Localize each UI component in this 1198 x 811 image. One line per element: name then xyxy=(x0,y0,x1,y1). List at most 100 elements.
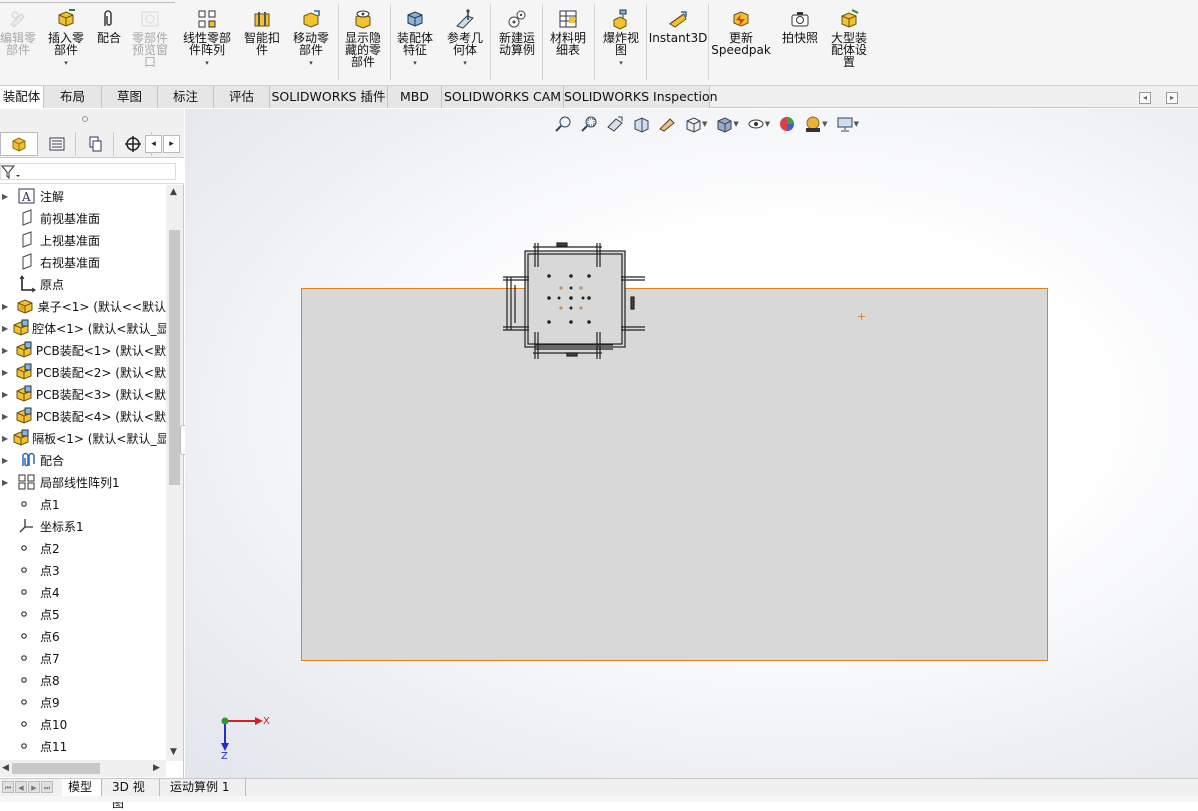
tab-property-manager[interactable] xyxy=(38,132,76,156)
dropdown-arrow-icon[interactable]: ▾ xyxy=(205,60,209,67)
ribbon-button-motion-study[interactable]: 新建运 动算例 xyxy=(494,8,540,56)
ribbon-button-insert-component[interactable]: 插入零 部件 ▾ xyxy=(44,8,88,67)
scroll-right-icon[interactable]: ▶ xyxy=(153,763,160,773)
dynamic-annotation-icon[interactable] xyxy=(654,113,680,135)
ribbon-button-camera[interactable]: 拍快照 xyxy=(778,8,822,44)
tab-feature-manager[interactable] xyxy=(0,132,38,156)
zoom-to-fit-icon[interactable] xyxy=(550,113,576,135)
expand-arrow-icon[interactable]: ▶ xyxy=(0,390,11,399)
tab-scroll-left-icon[interactable]: ◂ xyxy=(1139,92,1151,104)
tab-configuration-manager[interactable] xyxy=(76,132,114,156)
ribbon-tab[interactable]: 评估 xyxy=(214,86,270,108)
tree-horizontal-scrollbar[interactable]: ◀ ▶ xyxy=(0,760,166,777)
ribbon-tab[interactable]: 草图 xyxy=(102,86,158,108)
ribbon-button-exploded-view[interactable]: 爆炸视 图 ▾ xyxy=(598,8,644,67)
scroll-down-icon[interactable]: ▼ xyxy=(170,747,177,757)
tree-item[interactable]: 坐标系1 xyxy=(0,515,166,537)
tree-vertical-scrollbar[interactable]: ▲ ▼ xyxy=(166,185,183,761)
expand-arrow-icon[interactable]: ▶ xyxy=(0,368,11,377)
tree-item[interactable]: 右视基准面 xyxy=(0,251,166,273)
first-tab-icon[interactable]: ⏮ xyxy=(2,781,14,793)
expand-arrow-icon[interactable]: ▶ xyxy=(0,478,12,487)
tab-scroll-right-icon[interactable]: ▸ xyxy=(1166,92,1178,104)
tree-item[interactable]: ▶ 桌子<1> (默认<<默认 xyxy=(0,295,166,317)
ribbon-button-component-preview[interactable]: 零部件 预览窗 口 xyxy=(128,8,172,68)
zoom-to-area-icon[interactable] xyxy=(576,113,602,135)
filter-box[interactable] xyxy=(0,163,176,180)
graphics-area[interactable]: ▼ ▼ ▼ ▼ ▼ + X Z xyxy=(185,109,1198,778)
ribbon-button-large-assembly[interactable]: 大型装 配体设 置 xyxy=(826,8,872,68)
ribbon-tab[interactable]: SOLIDWORKS Inspection xyxy=(564,86,718,108)
model-view-tab[interactable]: 3D 视图 xyxy=(106,779,160,810)
ribbon-button-mate-paperclip[interactable]: 配合 xyxy=(94,8,124,44)
next-tab-icon[interactable]: ▶ xyxy=(28,781,40,793)
ribbon-button-instant3d[interactable]: Instant3D xyxy=(649,8,707,44)
tree-scroll-thumb[interactable] xyxy=(169,230,180,485)
section-view-icon[interactable] xyxy=(628,113,654,135)
ribbon-tab[interactable]: SOLIDWORKS CAM xyxy=(442,86,564,108)
tree-item[interactable]: 点9 xyxy=(0,691,166,713)
expand-arrow-icon[interactable]: ▶ xyxy=(0,192,12,201)
tree-item[interactable]: 原点 xyxy=(0,273,166,295)
tree-item[interactable]: ▶ 配合 xyxy=(0,449,166,471)
tree-item[interactable]: 点2 xyxy=(0,537,166,559)
assembly-model-top-view[interactable] xyxy=(485,225,685,385)
tree-item[interactable]: ▶ PCB装配<2> (默认<默 xyxy=(0,361,166,383)
tree-item[interactable]: 点11 xyxy=(0,735,166,757)
ribbon-button-smart-fastener[interactable]: 智能扣 件 xyxy=(238,8,286,56)
tree-item[interactable]: 点5 xyxy=(0,603,166,625)
ribbon-button-reference-geometry[interactable]: 参考几 何体 ▾ xyxy=(442,8,488,67)
panel-tab-left-icon[interactable]: ◂ xyxy=(145,135,162,153)
tree-item[interactable]: ▶ 局部线性阵列1 xyxy=(0,471,166,493)
prev-tab-icon[interactable]: ◀ xyxy=(15,781,27,793)
ribbon-button-show-hidden[interactable]: 显示隐 藏的零 部件 xyxy=(340,8,386,68)
dropdown-arrow-icon[interactable]: ▾ xyxy=(619,60,623,67)
tree-item[interactable]: ▶ PCB装配<1> (默认<默 xyxy=(0,339,166,361)
ribbon-tab[interactable]: 标注 xyxy=(158,86,214,108)
last-tab-icon[interactable]: ⏭ xyxy=(41,781,53,793)
ribbon-tab[interactable]: SOLIDWORKS 插件 xyxy=(270,86,388,108)
tree-item[interactable]: 点10 xyxy=(0,713,166,735)
ribbon-button-edit-part[interactable]: 编辑零 部件 xyxy=(0,8,36,56)
tree-item[interactable]: 点6 xyxy=(0,625,166,647)
dropdown-arrow-icon[interactable]: ▾ xyxy=(309,60,313,67)
dropdown-arrow-icon[interactable]: ▾ xyxy=(463,60,467,67)
expand-arrow-icon[interactable]: ▶ xyxy=(0,324,8,333)
scroll-left-icon[interactable]: ◀ xyxy=(2,763,9,773)
dropdown-arrow-icon[interactable]: ▾ xyxy=(64,60,68,67)
model-view-tab[interactable]: 运动算例 1 xyxy=(164,779,246,796)
tree-item[interactable]: 上视基准面 xyxy=(0,229,166,251)
expand-arrow-icon[interactable]: ▶ xyxy=(0,412,11,421)
scroll-up-icon[interactable]: ▲ xyxy=(170,187,177,197)
ribbon-button-linear-pattern[interactable]: 线性零部 件阵列 ▾ xyxy=(178,8,236,67)
tree-item[interactable]: ▶ A 注解 xyxy=(0,185,166,207)
ribbon-button-bom[interactable]: 材料明 细表 xyxy=(544,8,592,56)
expand-arrow-icon[interactable]: ▶ xyxy=(0,456,12,465)
display-style-dropdown-icon[interactable]: ▼ xyxy=(733,120,738,128)
tree-item[interactable]: 点8 xyxy=(0,669,166,691)
previous-view-icon[interactable] xyxy=(602,113,628,135)
panel-tab-right-icon[interactable]: ▸ xyxy=(163,135,180,153)
expand-arrow-icon[interactable]: ▶ xyxy=(0,302,11,311)
tree-item[interactable]: 点4 xyxy=(0,581,166,603)
ribbon-button-move-component[interactable]: 移动零 部件 ▾ xyxy=(288,8,334,67)
model-view-tab[interactable]: 模型 xyxy=(62,779,102,796)
tree-item[interactable]: 前视基准面 xyxy=(0,207,166,229)
tree-item[interactable]: ▶ 腔体<1> (默认<默认_显 xyxy=(0,317,166,339)
ribbon-button-speedpak[interactable]: 更新 Speedpak xyxy=(711,8,771,56)
view-orientation-dropdown-icon[interactable]: ▼ xyxy=(702,120,707,128)
expand-arrow-icon[interactable]: ▶ xyxy=(0,434,8,443)
tree-item[interactable]: 点3 xyxy=(0,559,166,581)
tree-item[interactable]: ▶ PCB装配<3> (默认<默 xyxy=(0,383,166,405)
ribbon-tab[interactable]: 布局 xyxy=(44,86,102,108)
tree-item[interactable]: ▶ 隔板<1> (默认<默认_显 xyxy=(0,427,166,449)
ribbon-button-assembly-feature[interactable]: 装配体 特征 ▾ xyxy=(392,8,438,67)
ribbon-tab[interactable]: 装配体 xyxy=(0,86,44,108)
edit-appearance-icon[interactable] xyxy=(774,113,800,135)
view-settings-dropdown-icon[interactable]: ▼ xyxy=(854,120,859,128)
tree-hscroll-thumb[interactable] xyxy=(12,763,100,774)
expand-arrow-icon[interactable]: ▶ xyxy=(0,346,11,355)
panel-grip[interactable] xyxy=(0,109,184,131)
hide-show-dropdown-icon[interactable]: ▼ xyxy=(765,120,770,128)
tree-item[interactable]: ▶ PCB装配<4> (默认<默 xyxy=(0,405,166,427)
